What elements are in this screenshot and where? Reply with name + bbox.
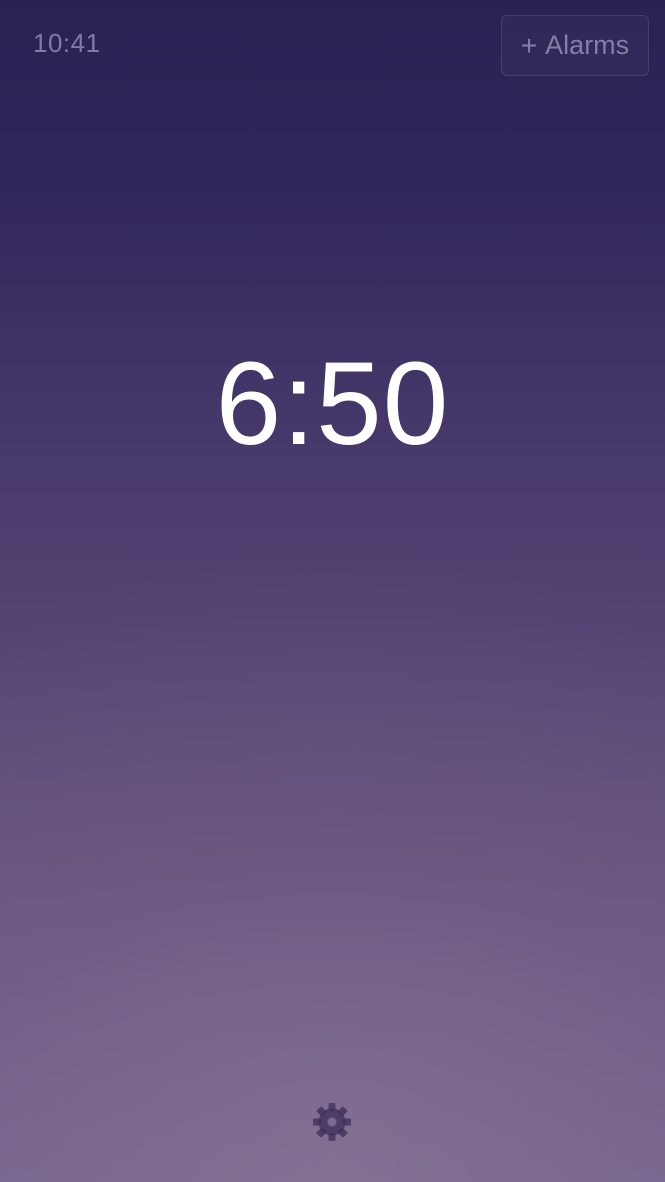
settings-button[interactable] <box>312 1102 352 1142</box>
clock-time-display: 6:50 <box>215 338 450 470</box>
alarm-clock-screen: 10:41 + Alarms 6:50 <box>0 0 665 1182</box>
add-alarms-button[interactable]: + Alarms <box>501 15 649 76</box>
alarms-button-label: Alarms <box>545 30 630 60</box>
gear-icon <box>313 1103 351 1141</box>
status-bar-time: 10:41 <box>33 28 101 58</box>
plus-icon: + <box>520 29 538 61</box>
